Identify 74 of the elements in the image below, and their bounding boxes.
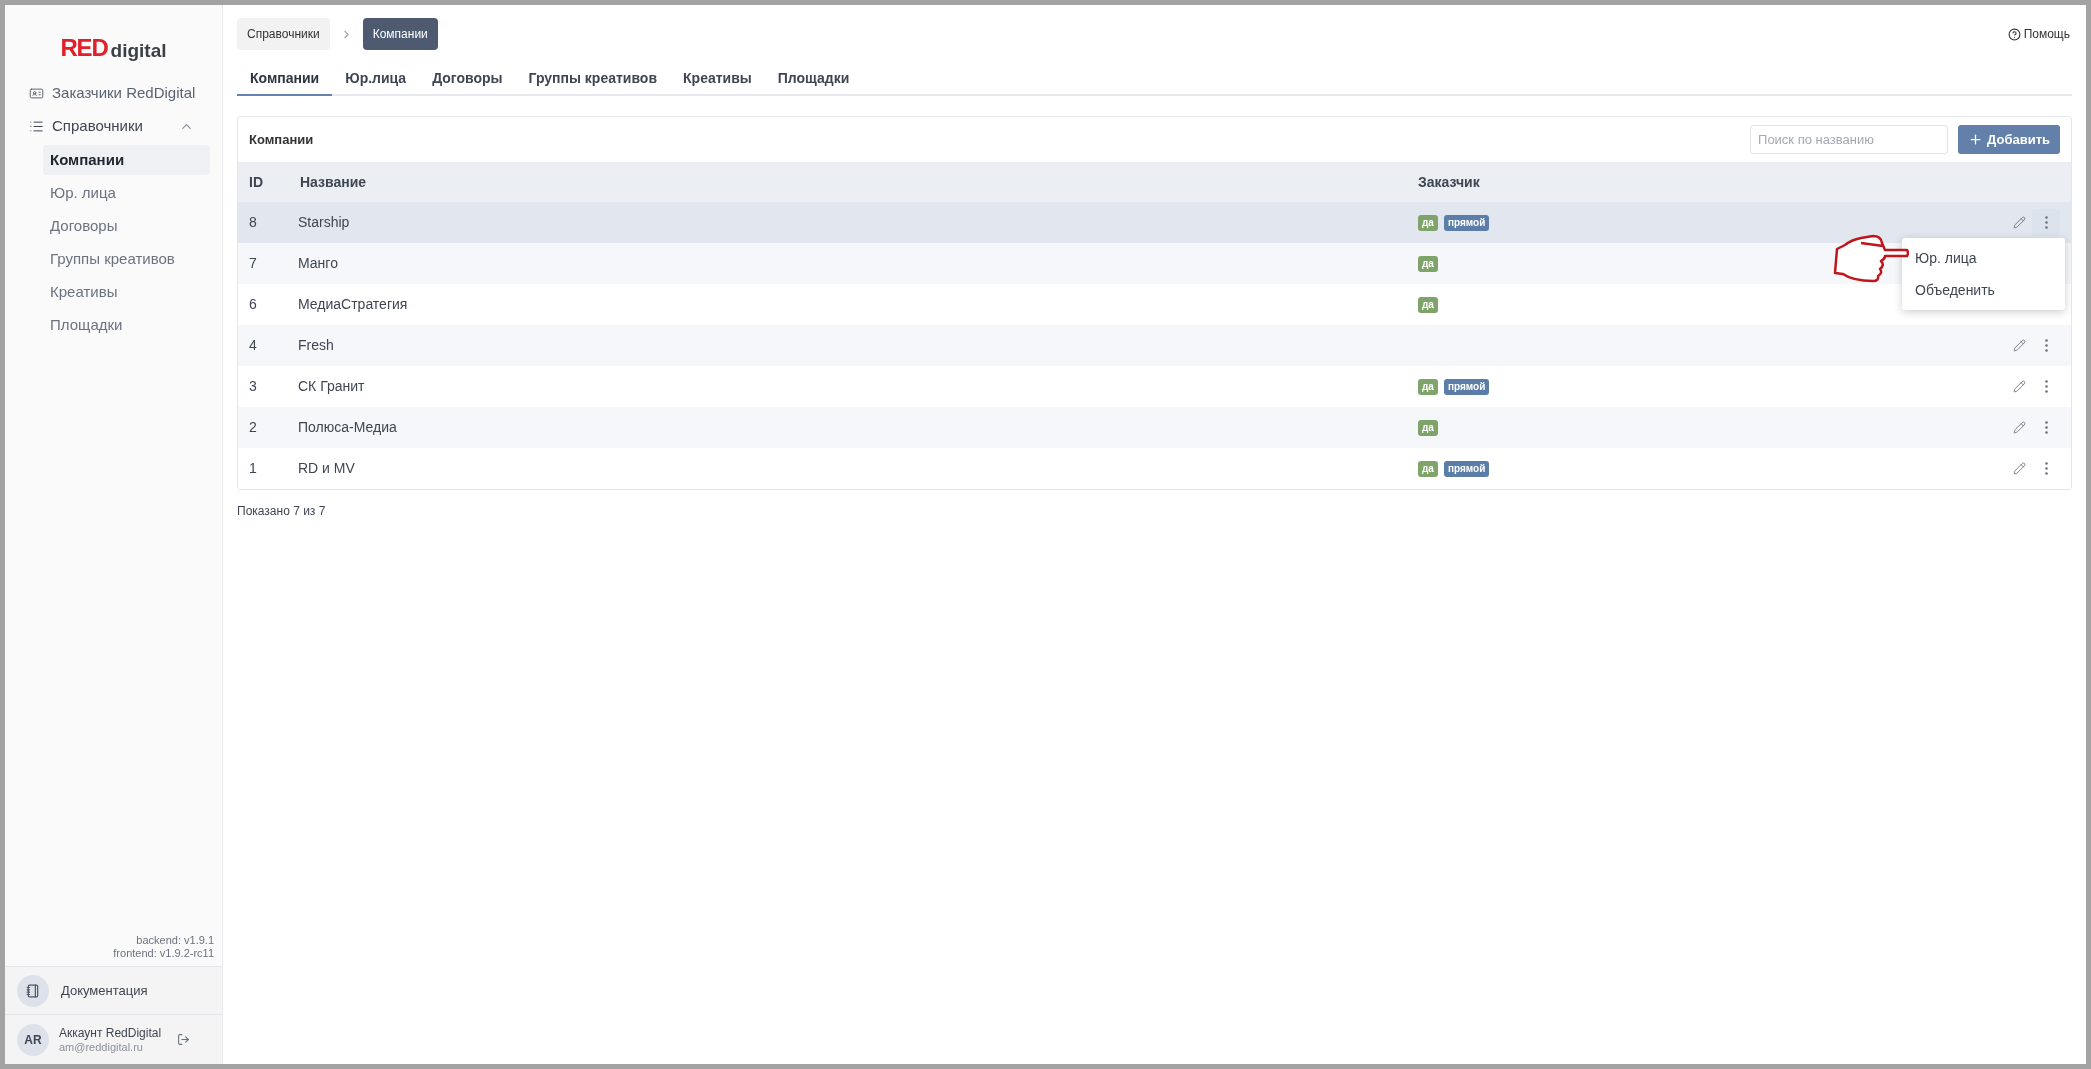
logo-brand: RED — [60, 36, 108, 60]
sidebar-subitem[interactable]: Юр. лица — [43, 178, 210, 208]
more-icon — [2044, 462, 2048, 475]
rows-count: Показано 7 из 7 — [237, 503, 327, 520]
logout-icon[interactable] — [177, 1033, 191, 1046]
version-label: frontend: v1.9.2-rc11 — [113, 947, 214, 960]
table-cell-text: 3 — [249, 377, 258, 396]
help-link[interactable]: Помощь — [2007, 25, 2070, 43]
search-field[interactable]: Поиск по названию — [1750, 125, 1949, 154]
plus-icon — [1968, 132, 1984, 147]
docs-avatar[interactable] — [17, 974, 49, 1007]
table-cell-text: Starship — [298, 213, 351, 232]
table-cell-text: Полюса-Медиа — [298, 418, 398, 437]
tab[interactable]: Креативы — [670, 62, 765, 96]
version-label: backend: v1.9.1 — [136, 934, 214, 947]
table-cell-text: Fresh — [298, 336, 335, 355]
column-header: Название — [299, 172, 368, 192]
table-cell-text: Манго — [298, 254, 339, 273]
sidebar-subitem[interactable]: Группы креативов — [43, 244, 210, 274]
notebook-icon — [26, 983, 40, 998]
table-cell-text: 4 — [249, 336, 258, 355]
logo-text: digital — [110, 41, 167, 60]
status-tag: да — [1418, 214, 1438, 231]
column-header: ID — [249, 172, 264, 192]
table-cell-text: 7 — [249, 254, 258, 273]
status-tag: да — [1418, 460, 1438, 477]
sidebar-subitem[interactable]: Площадки — [43, 310, 210, 340]
table-cell-text: СК Гранит — [298, 377, 366, 396]
status-tag: прямой — [1443, 378, 1490, 395]
status-tag: прямой — [1443, 214, 1490, 231]
edit-icon[interactable] — [2013, 339, 2026, 352]
add-button[interactable]: Добавить — [1958, 125, 2060, 154]
help-icon — [2007, 27, 2021, 41]
sidebar-subitem[interactable]: Договоры — [43, 211, 210, 241]
card-title: Компании — [249, 130, 314, 149]
edit-icon[interactable] — [2013, 380, 2026, 393]
table-cell-text: RD и MV — [298, 459, 356, 478]
sidebar-subitem[interactable]: Компании — [43, 145, 210, 175]
list-icon — [29, 119, 44, 134]
more-icon — [2044, 339, 2048, 352]
sidebar-group-label[interactable]: Справочники — [52, 115, 179, 138]
tab[interactable]: Юр.лица — [332, 62, 420, 96]
breadcrumb-item[interactable]: Справочники — [237, 18, 330, 50]
account-name: Аккаунт RedDigital — [59, 1025, 162, 1040]
id-card-icon — [29, 86, 44, 101]
column-header: Заказчик — [1418, 172, 1481, 192]
docs-link[interactable]: Документация — [61, 980, 148, 1001]
account-email: am@reddigital.ru — [59, 1040, 144, 1054]
breadcrumb-item[interactable]: Компании — [362, 18, 438, 50]
tab[interactable]: Договоры — [419, 62, 516, 96]
edit-icon[interactable] — [2013, 216, 2026, 229]
table-cell-text: 1 — [249, 459, 258, 478]
table-cell-text: 8 — [249, 213, 258, 232]
menu-item[interactable]: Юр. лица — [1902, 242, 2065, 274]
table-cell-text: 2 — [249, 418, 258, 437]
edit-icon[interactable] — [2013, 421, 2026, 434]
tab[interactable]: Группы креативов — [515, 62, 671, 96]
status-tag: да — [1418, 378, 1438, 395]
more-icon — [2044, 216, 2048, 229]
sidebar-item[interactable]: Заказчики RedDigital — [5, 77, 222, 110]
tab[interactable]: Компании — [237, 62, 333, 96]
status-tag: да — [1418, 419, 1438, 436]
status-tag: да — [1418, 296, 1438, 313]
menu-item[interactable]: Объеденить — [1902, 274, 2065, 306]
sidebar-subitem[interactable]: Креативы — [43, 277, 210, 307]
account-avatar[interactable]: AR — [17, 1023, 49, 1056]
table-cell-text: МедиаСтратегия — [298, 295, 409, 314]
more-icon — [2044, 421, 2048, 434]
status-tag: да — [1418, 255, 1438, 272]
edit-icon[interactable] — [2013, 462, 2026, 475]
more-icon — [2044, 380, 2048, 393]
status-tag: прямой — [1443, 460, 1490, 477]
table-cell-text: 6 — [249, 295, 258, 314]
tab[interactable]: Площадки — [764, 62, 863, 96]
